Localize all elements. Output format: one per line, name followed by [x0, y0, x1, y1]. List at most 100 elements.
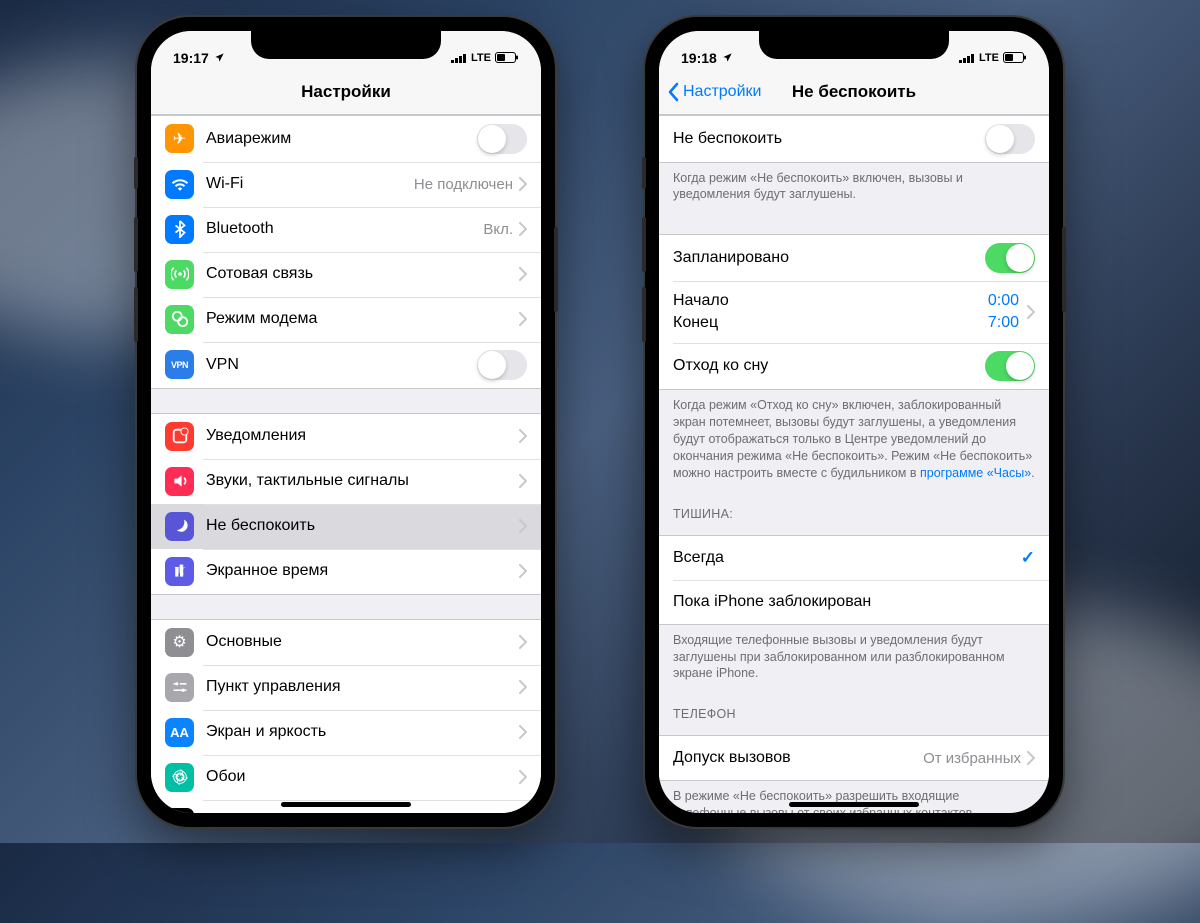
begin-label: Начало: [673, 292, 729, 310]
row-сотовая-связь[interactable]: Сотовая связь: [151, 252, 541, 297]
row-не-беспокоить[interactable]: Не беспокоить: [151, 504, 541, 549]
row-уведомления[interactable]: Уведомления: [151, 414, 541, 459]
chevron-right-icon: [519, 267, 527, 281]
chevron-right-icon: [519, 635, 527, 649]
toggle[interactable]: [477, 124, 527, 154]
signal-icon: [451, 53, 467, 63]
home-indicator[interactable]: [789, 802, 919, 807]
row-пункт-управления[interactable]: Пункт управления: [151, 665, 541, 710]
notify-icon: [165, 422, 194, 451]
chevron-right-icon: [519, 429, 527, 443]
allow-calls-footnote: В режиме «Не беспокоить» разрешить входя…: [659, 781, 1049, 812]
chevron-right-icon: [519, 770, 527, 784]
sound-icon: [165, 467, 194, 496]
bedtime-row[interactable]: Отход ко сну: [659, 343, 1049, 389]
row-звуки-тактильные-сигналы[interactable]: Звуки, тактильные сигналы: [151, 459, 541, 504]
settings-list[interactable]: ✈АвиарежимWi-FiНе подключенBluetoothВкл.…: [151, 115, 541, 813]
row-экран-и-яркость[interactable]: AA Экран и яркость: [151, 710, 541, 755]
bluetooth-icon: [165, 215, 194, 244]
bedtime-label: Отход ко сну: [673, 357, 985, 375]
silence-footnote: Входящие телефонные вызовы и уведомления…: [659, 625, 1049, 690]
row-label: Экранное время: [206, 562, 519, 580]
chevron-right-icon: [519, 680, 527, 694]
scheduled-toggle[interactable]: [985, 243, 1035, 273]
silence-always-row[interactable]: Всегда ✓: [659, 536, 1049, 580]
notch: [251, 31, 441, 59]
allow-calls-row[interactable]: Допуск вызовов От избранных: [659, 736, 1049, 780]
phone-right: 19:18 LTE Настройки Не беспокоить Не бес…: [645, 17, 1063, 827]
bedtime-footnote: Когда режим «Отход ко сну» включен, забл…: [659, 390, 1049, 488]
screentime-icon: [165, 557, 194, 586]
wifi-icon: [165, 170, 194, 199]
signal-icon: [959, 53, 975, 63]
carrier: LTE: [471, 52, 491, 64]
phone-left: 19:17 LTE Настройки ✈АвиарежимWi-FiНе по…: [137, 17, 555, 827]
row-label: Bluetooth: [206, 220, 483, 238]
row-value: Не подключен: [414, 176, 513, 193]
silence-header: ТИШИНА:: [659, 489, 1049, 527]
scheduled-row[interactable]: Запланировано: [659, 235, 1049, 281]
battery-icon: [495, 52, 519, 64]
chevron-right-icon: [519, 312, 527, 326]
row-label: Wi-Fi: [206, 175, 414, 193]
phone-header: ТЕЛЕФОН: [659, 689, 1049, 727]
row-vpn[interactable]: VPNVPN: [151, 342, 541, 388]
vpn-icon: VPN: [165, 350, 194, 379]
row-label: Обои: [206, 768, 519, 786]
silence-locked-label: Пока iPhone заблокирован: [673, 593, 1035, 611]
chevron-right-icon: [519, 222, 527, 236]
row-wi-fi[interactable]: Wi-FiНе подключен: [151, 162, 541, 207]
chevron-right-icon: [1027, 305, 1035, 319]
home-indicator[interactable]: [281, 802, 411, 807]
navbar: Настройки: [151, 71, 541, 115]
clock-app-link[interactable]: программе «Часы»: [920, 466, 1031, 480]
silence-locked-row[interactable]: Пока iPhone заблокирован: [659, 580, 1049, 624]
row-авиарежим[interactable]: ✈Авиарежим: [151, 116, 541, 162]
begin-value: 0:00: [988, 292, 1019, 310]
bedtime-toggle[interactable]: [985, 351, 1035, 381]
row-label: Основные: [206, 633, 519, 651]
row-label: Пункт управления: [206, 678, 519, 696]
toggle[interactable]: [477, 350, 527, 380]
chevron-right-icon: [519, 519, 527, 533]
allow-calls-label: Допуск вызовов: [673, 749, 923, 767]
navbar: Настройки Не беспокоить: [659, 71, 1049, 115]
end-value: 7:00: [988, 314, 1019, 332]
screen-left: 19:17 LTE Настройки ✈АвиарежимWi-FiНе по…: [151, 31, 541, 813]
row-режим-модема[interactable]: Режим модема: [151, 297, 541, 342]
carrier: LTE: [979, 52, 999, 64]
row-label: Не беспокоить: [206, 517, 519, 535]
status-time: 19:18: [681, 50, 717, 66]
screen-right: 19:18 LTE Настройки Не беспокоить Не бес…: [659, 31, 1049, 813]
dnd-toggle-row[interactable]: Не беспокоить: [659, 116, 1049, 162]
dnd-list[interactable]: Не беспокоить Когда режим «Не беспокоить…: [659, 115, 1049, 813]
row-основные[interactable]: ⚙Основные: [151, 620, 541, 665]
chevron-right-icon: [519, 725, 527, 739]
back-button[interactable]: Настройки: [667, 82, 761, 102]
row-label: Уведомления: [206, 427, 519, 445]
page-title: Настройки: [301, 82, 391, 102]
row-label: Экран и яркость: [206, 723, 519, 741]
row-label: Звуки, тактильные сигналы: [206, 472, 519, 490]
chevron-right-icon: [1027, 751, 1035, 765]
allow-calls-value: От избранных: [923, 750, 1021, 767]
display-icon: AA: [165, 718, 194, 747]
schedule-times-row[interactable]: Начало0:00 Конец7:00: [659, 281, 1049, 343]
chevron-right-icon: [519, 177, 527, 191]
row-экранное-время[interactable]: Экранное время: [151, 549, 541, 594]
row-обои[interactable]: Обои: [151, 755, 541, 800]
row-bluetooth[interactable]: BluetoothВкл.: [151, 207, 541, 252]
location-icon: [214, 50, 225, 66]
cell-icon: [165, 260, 194, 289]
dnd-toggle[interactable]: [985, 124, 1035, 154]
notch: [759, 31, 949, 59]
wallpaper-icon: [165, 763, 194, 792]
location-icon: [722, 50, 733, 66]
scheduled-label: Запланировано: [673, 249, 985, 267]
page-title: Не беспокоить: [792, 82, 916, 102]
battery-icon: [1003, 52, 1027, 64]
dnd-footnote: Когда режим «Не беспокоить» включен, выз…: [659, 163, 1049, 211]
dnd-icon: [165, 512, 194, 541]
siri-icon: [165, 808, 194, 813]
hotspot-icon: [165, 305, 194, 334]
